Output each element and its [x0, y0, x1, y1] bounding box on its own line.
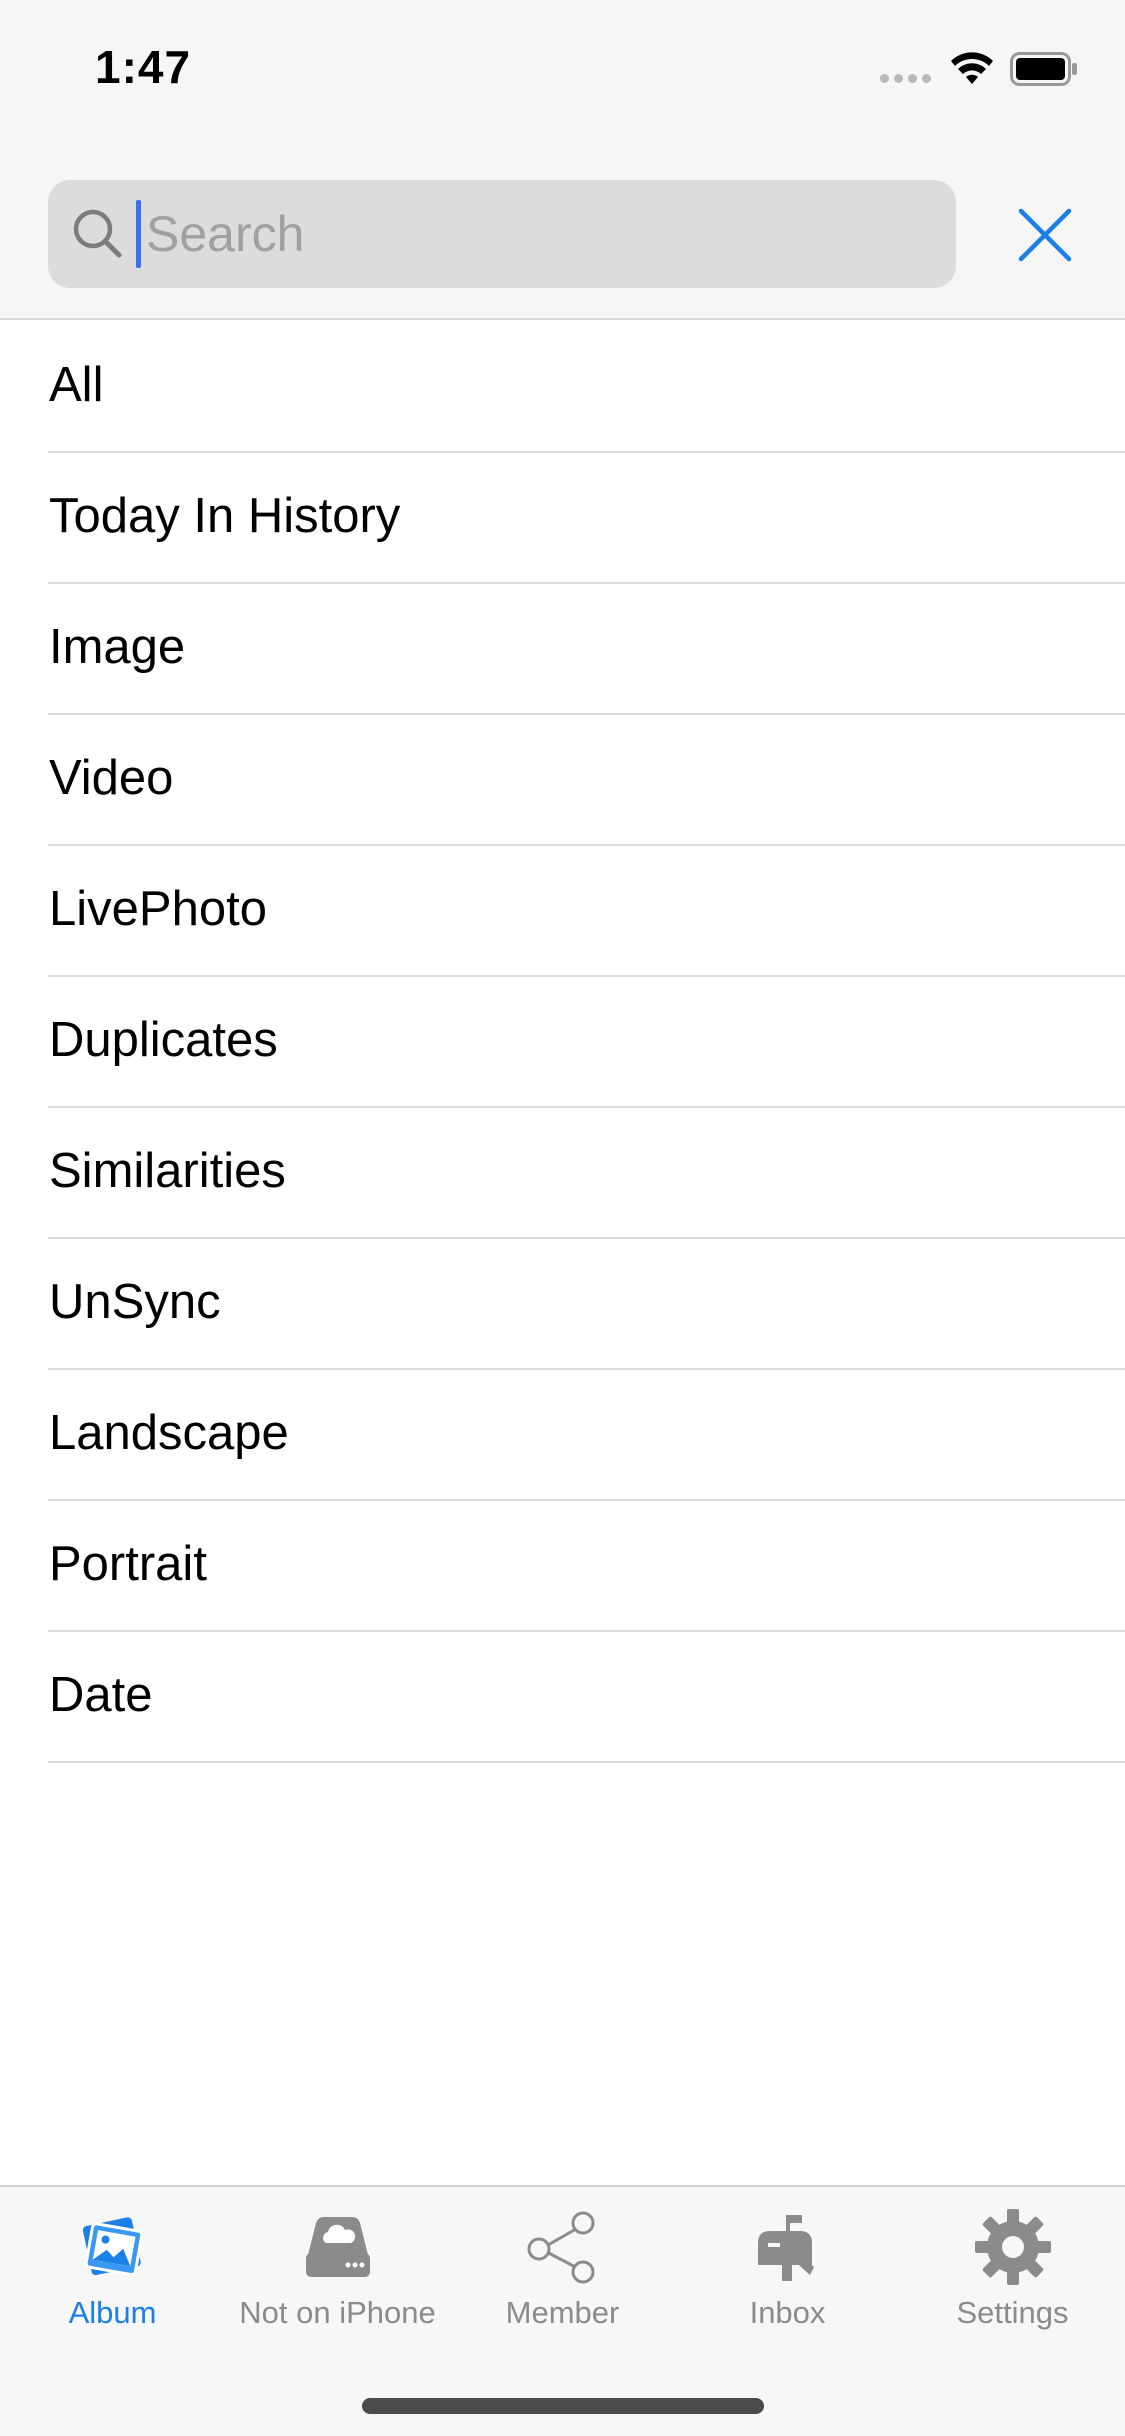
close-icon[interactable]	[1010, 200, 1080, 270]
list-item-label: LivePhoto	[49, 882, 267, 936]
list-item-landscape[interactable]: Landscape	[0, 1368, 1125, 1501]
list-item-label: Video	[49, 751, 174, 805]
list-item-label: All	[49, 358, 104, 412]
list-item-video[interactable]: Video	[0, 713, 1125, 846]
tab-label: Album	[68, 2295, 157, 2330]
gear-icon	[974, 2209, 1051, 2285]
divider	[48, 1761, 1125, 1763]
tab-album[interactable]: Album	[0, 2187, 225, 2347]
mailbox-icon	[757, 2215, 814, 2281]
list-item-livephoto[interactable]: LivePhoto	[0, 844, 1125, 977]
battery-icon	[1010, 52, 1077, 86]
tab-inbox[interactable]: Inbox	[675, 2187, 900, 2347]
wifi-icon	[951, 52, 993, 84]
list-item-label: Landscape	[49, 1406, 289, 1460]
tab-label: Settings	[956, 2295, 1069, 2330]
list-item-unsync[interactable]: UnSync	[0, 1237, 1125, 1370]
list-item-label: Portrait	[49, 1537, 207, 1591]
search-input[interactable]	[144, 180, 936, 288]
list-item-date[interactable]: Date	[0, 1630, 1125, 1763]
search-icon	[73, 209, 122, 258]
filter-list: All Today In History Image Video LivePho…	[0, 320, 1125, 1763]
list-item-label: Similarities	[49, 1144, 286, 1198]
tab-not-on-iphone[interactable]: Not on iPhone	[225, 2187, 450, 2347]
top-area: 1:47	[0, 0, 1125, 320]
list-item-duplicates[interactable]: Duplicates	[0, 975, 1125, 1108]
tab-label: Member	[505, 2295, 620, 2330]
screen: 1:47 Search All Today In History Image V…	[0, 0, 1125, 2436]
list-item-label: Duplicates	[49, 1013, 278, 1067]
list-item-today-in-history[interactable]: Today In History	[0, 451, 1125, 584]
list-item-label: UnSync	[49, 1275, 221, 1329]
search-bar[interactable]	[48, 180, 956, 288]
list-item-all[interactable]: All	[0, 320, 1125, 453]
cellular-signal-icon	[880, 74, 934, 84]
tab-label: Not on iPhone	[239, 2295, 436, 2330]
list-item-similarities[interactable]: Similarities	[0, 1106, 1125, 1239]
list-item-image[interactable]: Image	[0, 582, 1125, 715]
tab-settings[interactable]: Settings	[900, 2187, 1125, 2347]
status-time: 1:47	[95, 41, 192, 93]
list-item-label: Image	[49, 620, 186, 674]
tab-member[interactable]: Member	[450, 2187, 675, 2347]
album-icon	[82, 2217, 143, 2277]
list-item-portrait[interactable]: Portrait	[0, 1499, 1125, 1632]
list-item-label: Date	[49, 1668, 153, 1722]
cloud-drive-icon	[305, 2217, 370, 2277]
list-item-label: Today In History	[49, 489, 401, 543]
share-icon	[527, 2211, 594, 2284]
tab-label: Inbox	[749, 2295, 826, 2330]
home-indicator	[362, 2398, 764, 2414]
text-cursor	[136, 200, 141, 268]
